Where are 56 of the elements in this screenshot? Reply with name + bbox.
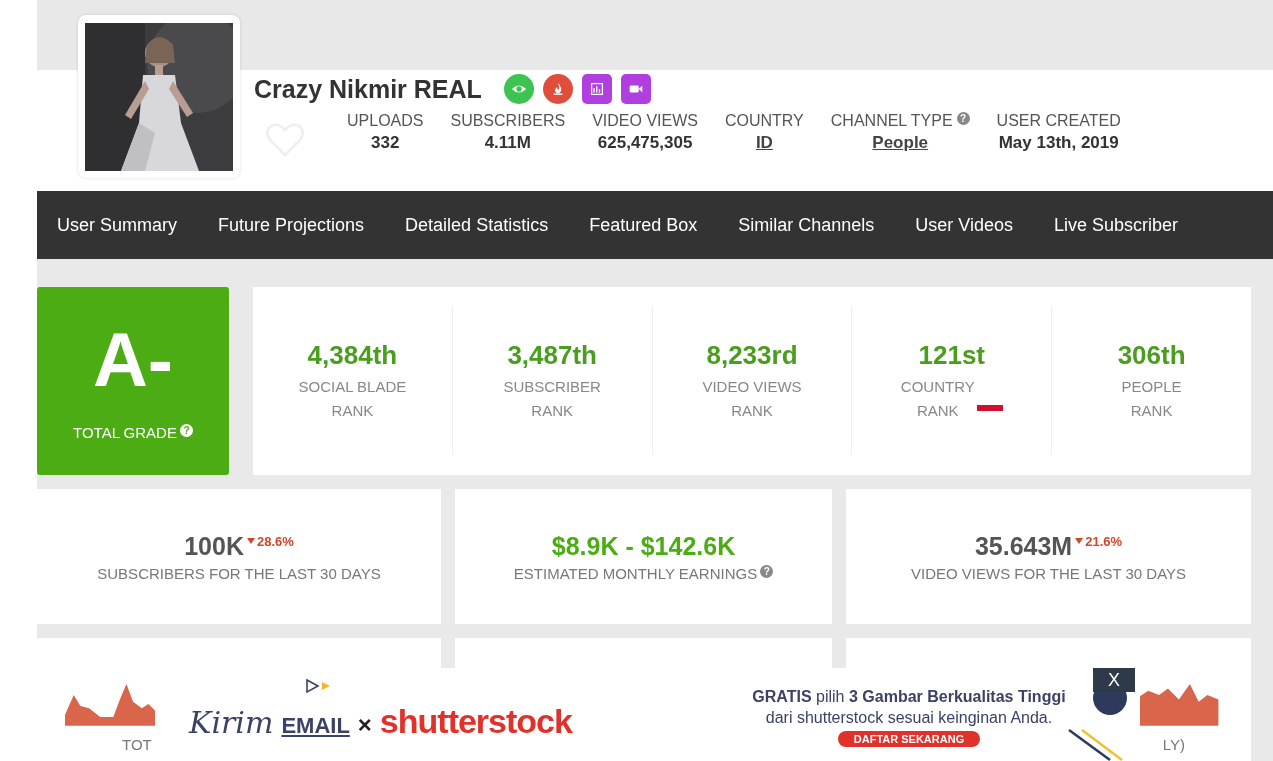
rank-value: 8,233rd [706, 339, 798, 371]
grade-label: TOTAL GRADE [73, 423, 177, 441]
nav-link[interactable]: Similar Channels [738, 214, 875, 236]
rank-label: COUNTRY RANK [900, 376, 975, 421]
stat-link[interactable]: People [872, 133, 929, 153]
eye-icon[interactable] [503, 74, 534, 104]
rank-value: 4,384th [307, 339, 398, 371]
stat-label: UPLOADS [347, 112, 424, 130]
stat-label: USER CREATED [996, 112, 1121, 130]
nav-link[interactable]: User Videos [915, 214, 1013, 236]
partner-logo: Kirim [189, 705, 274, 740]
summary-label: VIDEO VIEWS FOR THE LAST 30 DAYS [910, 564, 1187, 582]
stat-label: COUNTRY [724, 112, 804, 130]
grade-value: A- [92, 321, 174, 398]
stat-value: 332 [371, 133, 400, 153]
change-percent: 28.6% [256, 533, 294, 549]
ad-headline: GRATIS pilih 3 Gambar Berkualitas Tinggi [752, 688, 1066, 706]
stat-label: CHANNEL TYPE [830, 112, 953, 130]
nav-link[interactable]: Detailed Statistics [405, 214, 549, 236]
signup-button[interactable]: DAFTAR SEKARANG [837, 731, 981, 747]
rank-label: PEOPLE RANK [1121, 376, 1182, 421]
summary-value: 100K [184, 531, 244, 561]
stat-label: SUBSCRIBERS [450, 112, 566, 130]
help-icon[interactable]: ? [956, 112, 970, 125]
chart-caption: LY) [1162, 736, 1185, 753]
channel-name: Crazy Nikmir REAL [254, 74, 482, 104]
close-button[interactable]: X [1093, 668, 1135, 692]
partner-logo-suffix: EMAIL [281, 713, 350, 739]
nav-link[interactable]: Live Subscriber [1054, 214, 1179, 236]
stat-link[interactable]: ID [755, 133, 773, 153]
times-sign: × [357, 711, 372, 739]
help-icon[interactable]: ? [760, 564, 774, 578]
rank-value: 306th [1117, 339, 1186, 371]
rank-label: VIDEO VIEWS RANK [702, 376, 802, 421]
brand-logo: shutterstock [379, 702, 572, 741]
rank-label: SOCIAL BLADE RANK [298, 376, 407, 421]
video-camera-icon[interactable] [620, 74, 651, 104]
summary-label: ESTIMATED MONTHLY EARNINGS [513, 564, 758, 582]
bar-chart-icon[interactable] [581, 74, 612, 104]
summary-label: SUBSCRIBERS FOR THE LAST 30 DAYS [97, 564, 381, 582]
stat-value: 4.11M [484, 133, 531, 153]
rank-value: 3,487th [507, 339, 597, 371]
nav-link[interactable]: Future Projections [218, 214, 365, 236]
stat-value: May 13th, 2019 [998, 133, 1119, 153]
stat-label: VIDEO VIEWS [592, 112, 698, 130]
rank-value: 121st [918, 339, 986, 371]
change-percent: 21.6% [1085, 533, 1123, 549]
chart-caption: TOT [122, 736, 152, 753]
nav-link[interactable]: User Summary [57, 214, 177, 236]
summary-value: 35.643M [974, 531, 1073, 561]
nav-link[interactable]: Featured Box [589, 214, 698, 236]
flame-icon[interactable] [542, 74, 573, 104]
rank-label: SUBSCRIBER RANK [503, 376, 601, 421]
stat-value: 625,475,305 [597, 133, 693, 153]
ad-subline: dari shutterstock sesuai keinginan Anda. [765, 709, 1053, 727]
summary-value: $8.9K - $142.6K [551, 531, 736, 561]
